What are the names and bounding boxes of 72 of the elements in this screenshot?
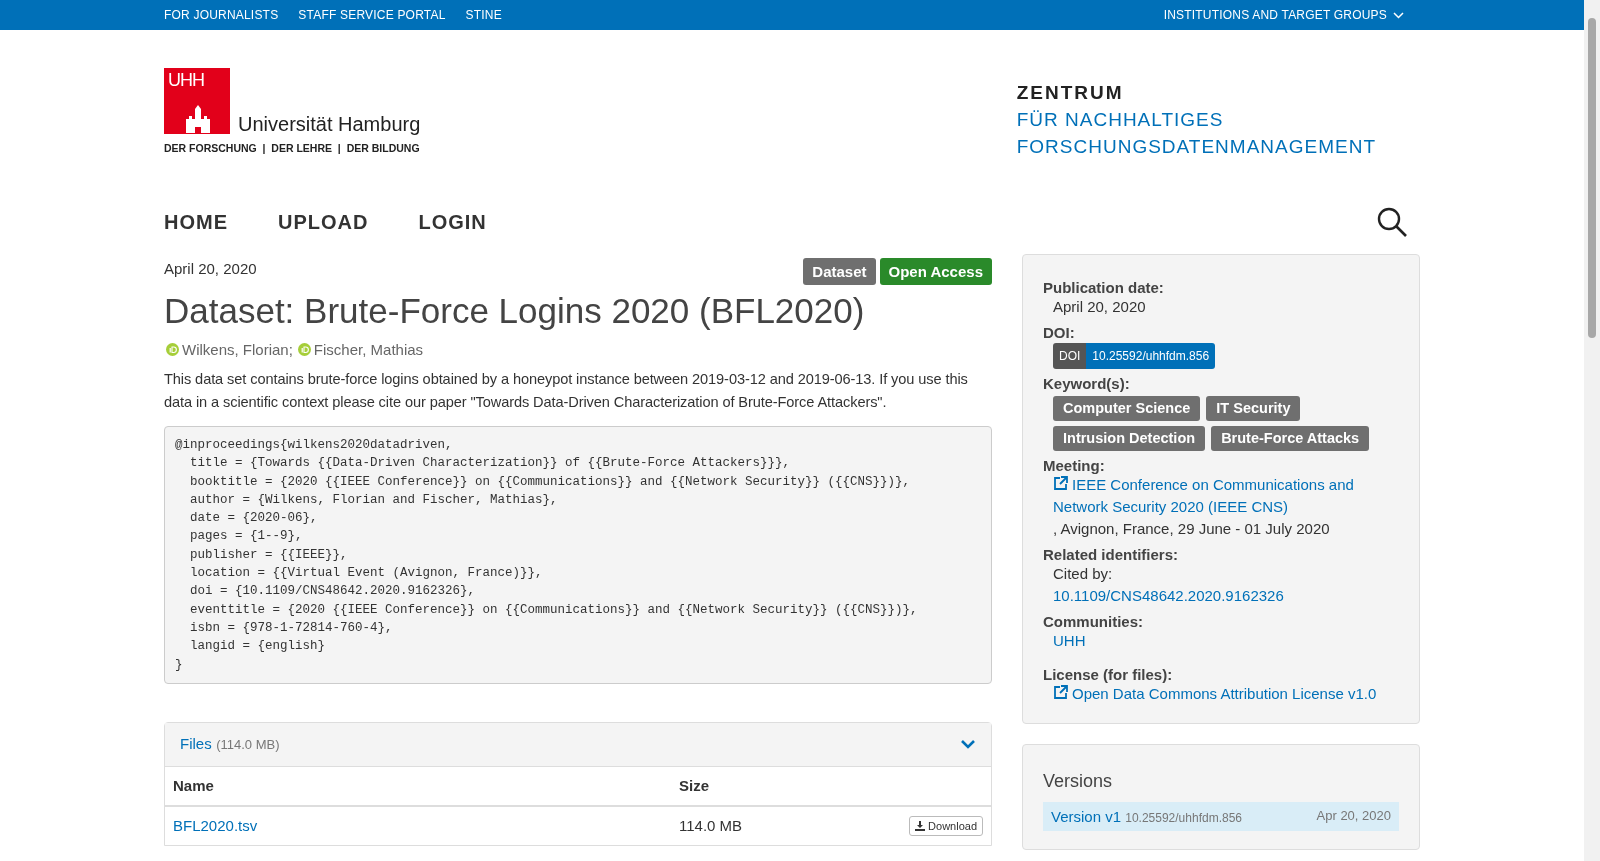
version-row[interactable]: Version v1 10.25592/uhhfdm.856 Apr 20, 2020 — [1043, 802, 1399, 831]
field-label: Keyword(s): — [1043, 375, 1131, 392]
description: This data set contains brute-force logins obtained by a honeypot instance between 2019-03-12 and 2019-06-13. If you use this data in a scientific context please cite our paper "Towards Data-Driven Characterization of Brute-Force Attackers". — [164, 370, 969, 412]
keyword-tag: Brute-Force Attacks — [1211, 426, 1370, 451]
code-line: publisher = {{IEEE}}, — [189, 546, 349, 564]
version-doi: 10.25592/uhhfdm.856 — [1125, 811, 1242, 825]
column-header: Name — [173, 777, 215, 795]
keyword-tag: Intrusion Detection — [1053, 426, 1206, 451]
code-line: author = {Wilkens, Florian and Fischer, Mathias}, — [189, 491, 559, 509]
files-size: (114.0 MB) — [216, 737, 280, 753]
external-link-icon — [1053, 685, 1068, 700]
record-date: April 20, 2020 — [164, 260, 257, 277]
nav-link[interactable]: HOME — [164, 210, 228, 234]
field-label: Publication date: — [1043, 279, 1165, 296]
top-link[interactable]: STINE — [465, 8, 502, 22]
keyword-tag: IT Security — [1206, 396, 1301, 421]
keyword-tag: Computer Science — [1053, 396, 1201, 421]
search-icon[interactable] — [1376, 206, 1408, 238]
code-line: booktitle = {2020 {{IEEE Conference}} on {{Communications}} and {{Network Security}} ({{CNS}})}, — [189, 473, 912, 491]
chevron-icon[interactable] — [960, 739, 976, 750]
code-line: date = {2020-06}, — [189, 510, 319, 528]
code-line: title = {Towards {{Data-Driven Characterization}} of {{Brute-Force Attackers}}}, — [189, 455, 792, 473]
nav-link[interactable]: LOGIN — [418, 210, 487, 234]
files-toggle[interactable]: Files — [180, 735, 212, 753]
versions-title: Versions — [1043, 771, 1114, 792]
field-label: Meeting: — [1043, 457, 1106, 474]
author-link[interactable]: Wilkens, Florian; — [182, 341, 293, 358]
top-link[interactable]: STAFF SERVICE PORTAL — [298, 8, 446, 22]
code-line: } — [175, 656, 184, 674]
download-button[interactable]: Download — [909, 815, 983, 836]
version-date: Apr 20, 2020 — [1316, 808, 1391, 825]
author-link[interactable]: Fischer, Mathias — [313, 341, 424, 358]
orcid-icon — [297, 343, 311, 356]
center-name: FÜR NACHHALTIGES — [1016, 109, 1225, 131]
code-line: pages = {1--9}, — [189, 528, 304, 546]
nav-link[interactable]: UPLOAD — [278, 210, 369, 234]
tagline: DER FORSCHUNG | DER LEHRE | DER BILDUNG — [164, 142, 421, 154]
institutions-dropdown[interactable]: INSTITUTIONS AND TARGET GROUPS — [1163, 8, 1404, 22]
file-link[interactable]: BFL2020.tsv — [173, 817, 679, 835]
record-badge: Open Access — [879, 258, 992, 285]
top-link[interactable]: FOR JOURNALISTS — [164, 8, 279, 22]
code-line: eventtitle = {2020 {{IEEE Conference}} on {{Communications}} and {{Network Security}} ({{CNS}})}, — [189, 601, 919, 619]
field-label: DOI: — [1043, 324, 1076, 341]
field-label: License (for files): — [1043, 666, 1174, 683]
scrollbar[interactable] — [1584, 0, 1600, 861]
version-label: Version v1 — [1051, 808, 1122, 825]
code-line: isbn = {978-1-72814-760-4}, — [189, 619, 394, 637]
record-badge: Dataset — [803, 258, 876, 285]
column-header: Size — [679, 777, 709, 795]
code-line: location = {{Virtual Event (Avignon, France)}}, — [189, 565, 544, 583]
field-label: Related identifiers: — [1043, 546, 1180, 563]
license-link[interactable]: Open Data Commons Attribution License v1.0 — [1053, 683, 1399, 705]
logo-mark: UHH — [164, 68, 230, 134]
orcid-icon — [166, 343, 179, 356]
center-name: ZENTRUM — [1016, 82, 1125, 104]
community-link[interactable]: UHH — [1053, 630, 1399, 652]
download-icon — [915, 820, 926, 831]
external-link-icon — [1053, 476, 1068, 491]
identifier-link[interactable]: 10.1109/CNS48642.2020.9162326 — [1053, 585, 1399, 607]
record-title: Dataset: Brute-Force Logins 2020 (BFL2020) — [164, 291, 866, 331]
chevron-icon — [1393, 11, 1404, 19]
field-value: Cited by: — [1052, 564, 1114, 584]
file-size: 114.0 MB — [679, 817, 743, 835]
field-label: Communities: — [1043, 613, 1144, 630]
code-line: @inproceedings{wilkens2020datadriven, — [175, 437, 454, 454]
meeting-link[interactable]: IEEE Conference on Communications and Network Security 2020 (IEEE CNS) — [1053, 474, 1399, 518]
center-name: FORSCHUNGSDATENMANAGEMENT — [1016, 136, 1376, 158]
code-line: langid = {english} — [189, 638, 327, 656]
code-line: doi = {10.1109/CNS48642.2020.9162326}, — [189, 583, 477, 601]
university-name: Universität Hamburg — [238, 114, 421, 134]
field-value: April 20, 2020 — [1052, 297, 1147, 317]
meeting-place: , Avignon, France, 29 June - 01 July 2020 — [1052, 519, 1331, 539]
